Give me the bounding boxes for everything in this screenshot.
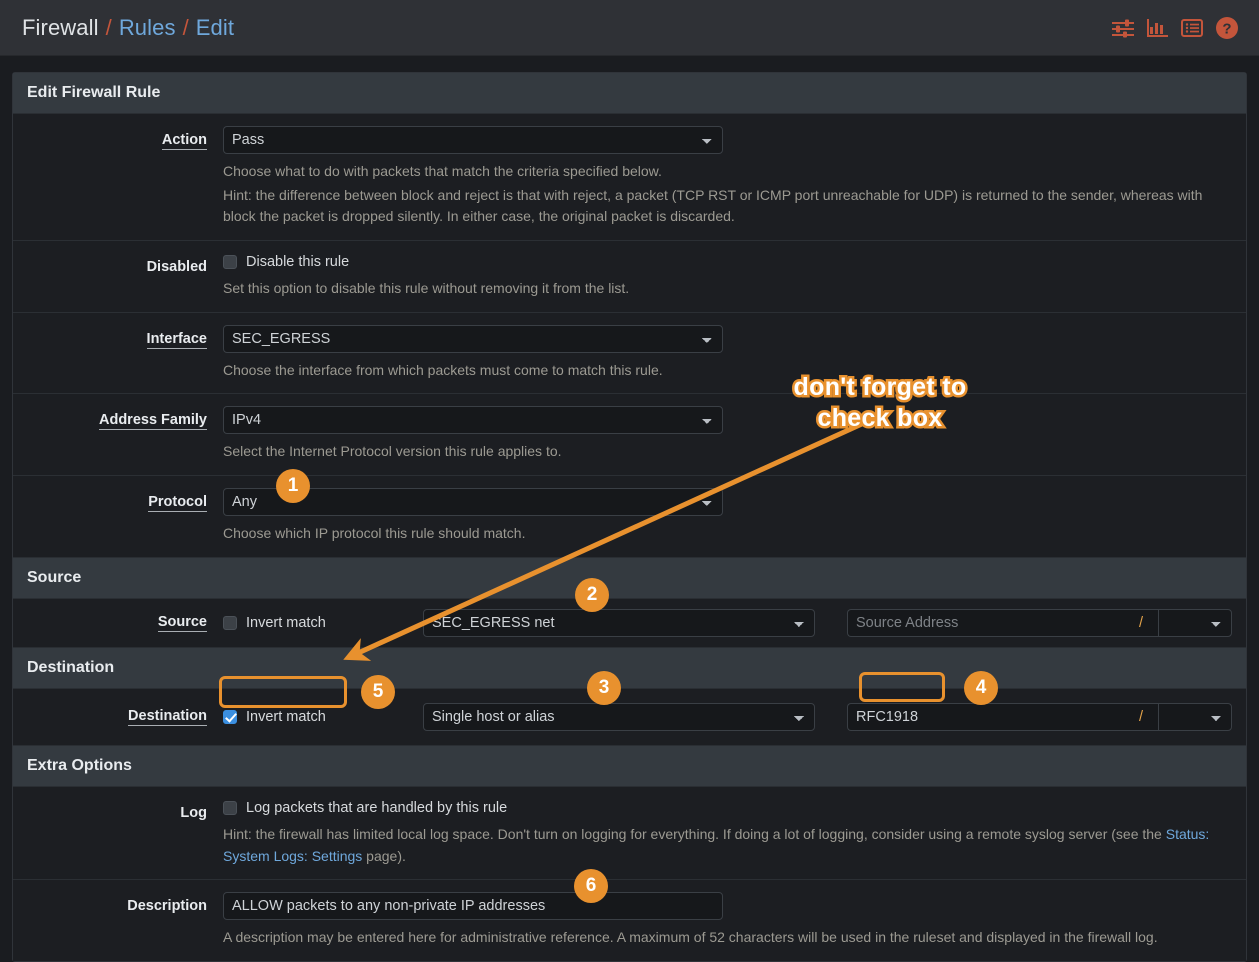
source-type-select[interactable]: SEC_EGRESS net: [423, 608, 815, 637]
source-slash-separator: /: [1124, 608, 1158, 637]
section-title-source: Source: [13, 556, 1246, 599]
section-title-extra-options: Extra Options: [13, 744, 1246, 787]
row-destination: Destination Invert match Single host or …: [13, 689, 1246, 745]
address-family-select[interactable]: IPv4: [223, 406, 723, 435]
disable-rule-label: Disable this rule: [246, 253, 350, 270]
row-description: Description A description may be entered…: [13, 880, 1246, 961]
source-invert-match-checkbox[interactable]: Invert match: [223, 615, 326, 631]
header-icon-group: ?: [1111, 16, 1239, 40]
protocol-help: Choose which IP protocol this rule shoul…: [223, 525, 526, 542]
log-packets-checkbox[interactable]: Log packets that are handled by this rul…: [223, 800, 507, 816]
source-address-input[interactable]: [847, 608, 1124, 637]
row-address-family: Address Family IPv4 Select the Internet …: [13, 394, 1246, 477]
source-mask-select[interactable]: [1158, 608, 1232, 637]
breadcrumb-separator: /: [182, 14, 189, 40]
interface-select[interactable]: SEC_EGRESS: [223, 324, 723, 353]
row-interface: Interface SEC_EGRESS Choose the interfac…: [13, 313, 1246, 395]
log-help: Hint: the firewall has limited local log…: [223, 824, 1232, 867]
action-select[interactable]: Pass: [223, 126, 723, 154]
destination-slash-separator: /: [1124, 702, 1158, 731]
log-help-after: page).: [362, 847, 406, 864]
destination-address-input[interactable]: [847, 702, 1124, 731]
label-source: Source: [157, 613, 207, 632]
breadcrumb-separator: /: [105, 14, 112, 40]
breadcrumb-item-edit[interactable]: Edit: [196, 15, 234, 41]
destination-mask-select[interactable]: [1158, 702, 1232, 731]
row-log: Log Log packets that are handled by this…: [13, 787, 1246, 881]
action-help-1: Choose what to do with packets that matc…: [223, 163, 662, 179]
protocol-select[interactable]: Any: [223, 488, 723, 517]
breadcrumb-item-rules[interactable]: Rules: [119, 15, 176, 41]
row-protocol: Protocol Any Choose which IP protocol th…: [13, 476, 1246, 557]
description-help: A description may be entered here for ad…: [223, 929, 1158, 946]
label-disabled: Disabled: [146, 259, 207, 276]
panel-title: Edit Firewall Rule: [13, 73, 1246, 114]
label-protocol: Protocol: [148, 494, 207, 513]
checkbox-box[interactable]: [223, 615, 237, 630]
bar-chart-icon[interactable]: [1147, 18, 1169, 38]
log-help-before: Hint: the firewall has limited local log…: [223, 825, 1166, 842]
interface-help: Choose the interface from which packets …: [223, 361, 663, 378]
list-icon[interactable]: [1181, 18, 1203, 38]
description-input[interactable]: [223, 892, 723, 921]
destination-invert-match-checkbox[interactable]: Invert match: [223, 709, 326, 725]
sliders-icon[interactable]: [1111, 18, 1135, 38]
address-family-help: Select the Internet Protocol version thi…: [223, 443, 562, 460]
label-address-family: Address Family: [99, 412, 207, 431]
section-title-destination: Destination: [13, 646, 1246, 689]
label-interface: Interface: [146, 330, 207, 349]
edit-firewall-rule-panel: Edit Firewall Rule Action Pass Choose wh…: [12, 72, 1247, 962]
svg-text:?: ?: [1222, 20, 1231, 37]
action-help-2: Hint: the difference between block and r…: [223, 186, 1203, 225]
disable-rule-checkbox[interactable]: Disable this rule: [223, 254, 349, 270]
label-description: Description: [127, 898, 207, 915]
breadcrumb: Firewall / Rules / Edit: [22, 15, 234, 41]
row-source: Source Invert match SEC_EGRESS net Sourc…: [13, 599, 1246, 647]
help-icon[interactable]: ?: [1215, 16, 1239, 40]
checkbox-box[interactable]: [223, 800, 237, 815]
label-action: Action: [161, 132, 207, 150]
source-invert-label: Invert match: [246, 614, 326, 631]
log-packets-label: Log packets that are handled by this rul…: [246, 799, 508, 816]
row-action: Action Pass Choose what to do with packe…: [13, 114, 1246, 242]
destination-type-select[interactable]: Single host or alias: [423, 702, 815, 731]
label-destination: Destination: [128, 707, 207, 726]
checkbox-box[interactable]: [223, 254, 237, 269]
checkbox-box[interactable]: [223, 709, 237, 724]
panel-body: Action Pass Choose what to do with packe…: [13, 114, 1246, 961]
breadcrumb-item-firewall: Firewall: [22, 14, 99, 40]
destination-invert-label: Invert match: [246, 708, 326, 725]
label-log: Log: [180, 804, 207, 821]
breadcrumb-bar: Firewall / Rules / Edit ?: [0, 0, 1259, 56]
disabled-help: Set this option to disable this rule wit…: [223, 280, 630, 297]
row-disabled: Disabled Disable this rule Set this opti…: [13, 241, 1246, 313]
